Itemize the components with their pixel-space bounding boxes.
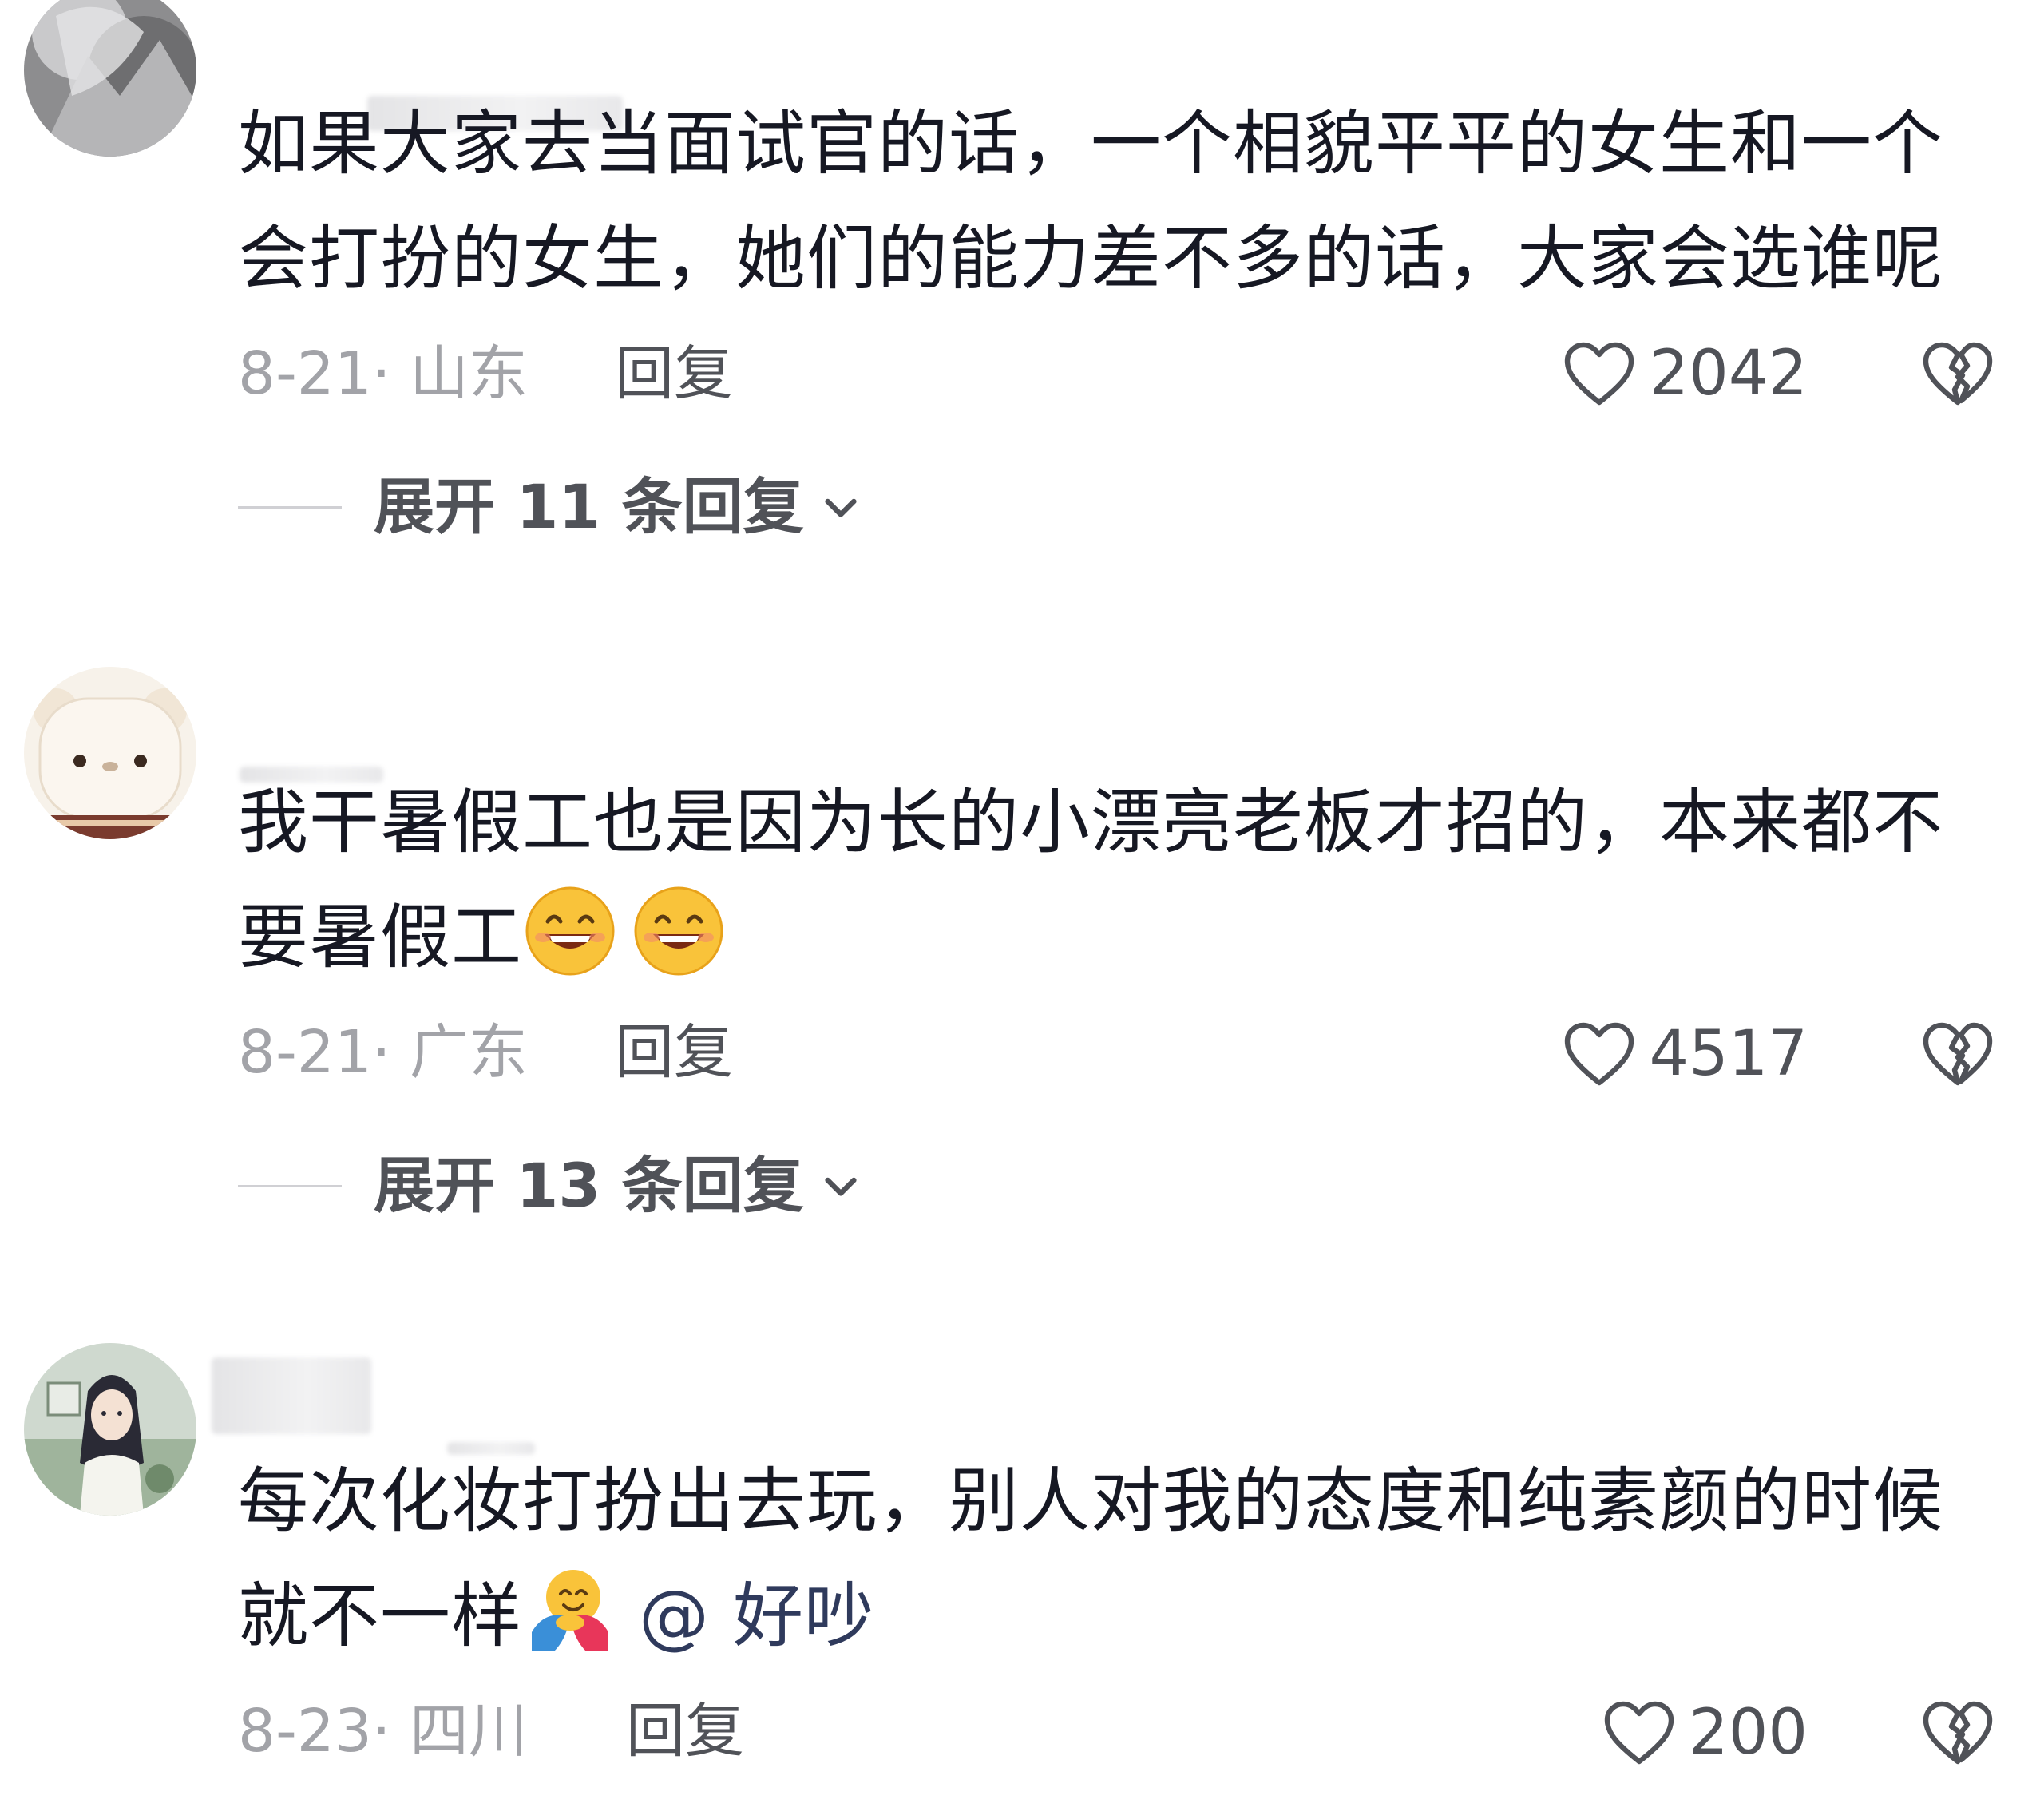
avatar[interactable]: [24, 0, 196, 157]
comment-date-location: 8-23· 四川: [238, 1697, 528, 1765]
avatar[interactable]: [24, 1343, 196, 1516]
reply-button[interactable]: 回复: [615, 1012, 733, 1092]
grin-emoji-icon: [522, 883, 618, 979]
comment-text-content: 我干暑假工也是因为长的小漂亮老板才招的，本来都不要暑假工: [238, 781, 1944, 978]
chevron-down-icon: [825, 1177, 857, 1196]
like-count: 4517: [1649, 1018, 1808, 1090]
heart-outline-icon: [1565, 342, 1634, 406]
avatar[interactable]: [24, 667, 196, 839]
comment-text: 我干暑假工也是因为长的小漂亮老板才招的，本来都不要暑假工: [238, 765, 1979, 995]
like-button[interactable]: 4517: [1561, 1014, 1808, 1094]
expand-replies-label: 展开 13 条回复: [374, 1150, 804, 1221]
username-redacted: [212, 1357, 371, 1434]
dislike-button[interactable]: [1919, 335, 1996, 412]
like-button[interactable]: 200: [1601, 1693, 1808, 1773]
comment-date-location: 8-21· 山东: [238, 339, 528, 408]
dislike-button[interactable]: [1919, 1016, 1996, 1092]
chevron-down-icon: [825, 498, 857, 517]
broken-heart-icon: [1923, 1022, 1993, 1086]
expand-replies-button[interactable]: 展开 13 条回复: [238, 1146, 863, 1226]
like-button[interactable]: 2042: [1561, 334, 1808, 414]
comment-text: 每次化妆打扮出去玩，别人对我的态度和纯素颜的时候就不一样 @ 好吵: [238, 1444, 1979, 1674]
divider: [238, 505, 342, 509]
hug-emoji-icon: [522, 1562, 618, 1658]
comment-date-location: 8-21· 广东: [238, 1018, 528, 1087]
reply-button[interactable]: 回复: [626, 1691, 744, 1771]
broken-heart-icon: [1923, 342, 1993, 406]
expand-replies-button[interactable]: 展开 11 条回复: [238, 467, 863, 547]
broken-heart-icon: [1923, 1701, 1993, 1765]
reply-button[interactable]: 回复: [615, 334, 733, 414]
mention-link[interactable]: @ 好吵: [639, 1575, 875, 1657]
like-count: 200: [1689, 1697, 1808, 1769]
comment-text-content: 每次化妆打扮出去玩，别人对我的态度和纯素颜的时候就不一样: [238, 1460, 1944, 1657]
grin-emoji-icon: [631, 883, 727, 979]
divider: [238, 1184, 342, 1187]
heart-outline-icon: [1565, 1022, 1634, 1086]
expand-replies-label: 展开 11 条回复: [374, 471, 804, 542]
heart-outline-icon: [1604, 1701, 1674, 1765]
dislike-button[interactable]: [1919, 1694, 1996, 1771]
like-count: 2042: [1649, 338, 1808, 410]
comment-text: 如果大家去当面试官的话，一个相貌平平的女生和一个会打扮的女生，她们的能力差不多的…: [238, 102, 1944, 299]
